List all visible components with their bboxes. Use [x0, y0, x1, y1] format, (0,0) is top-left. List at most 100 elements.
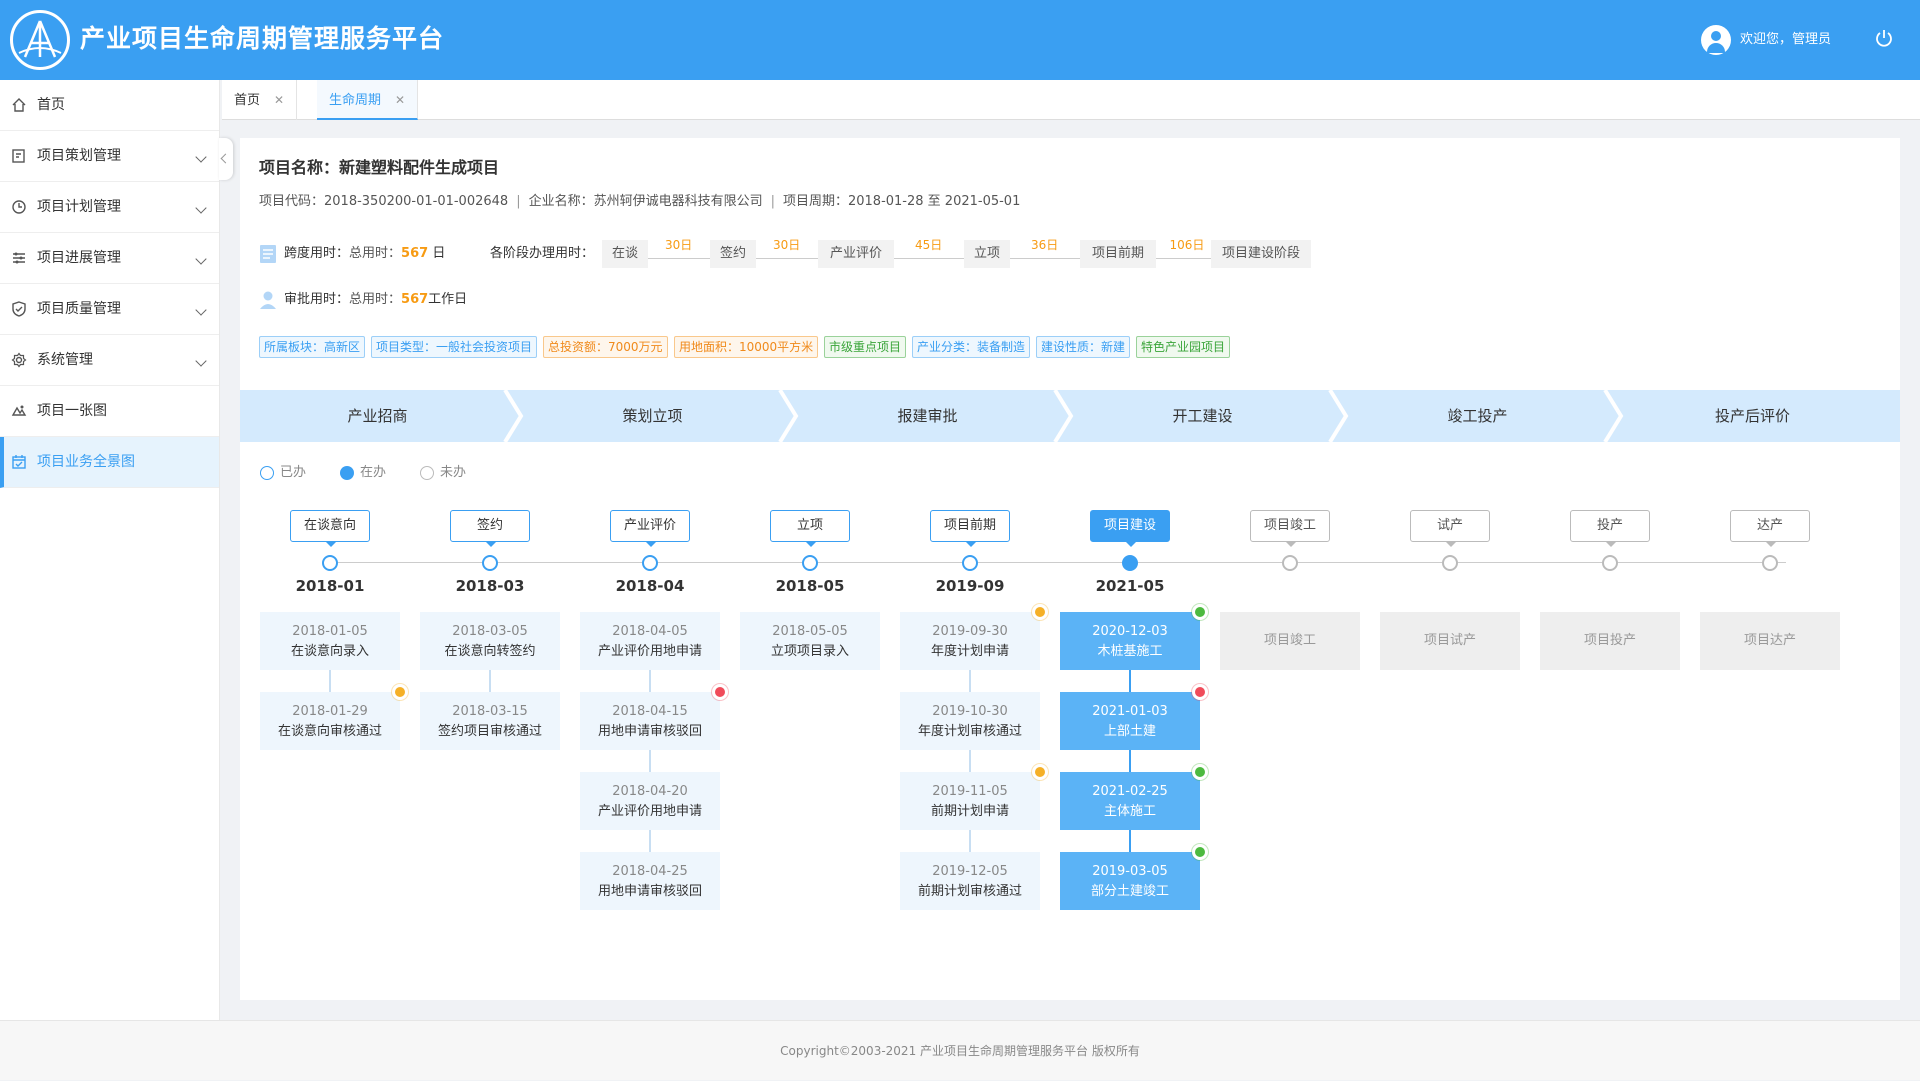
event-card[interactable]: 2021-02-25 主体施工 — [1060, 772, 1200, 830]
stage-pill: 项目前期 — [1080, 240, 1156, 268]
stage-connector — [756, 258, 818, 259]
sidebar-item-7[interactable]: 项目一张图 — [0, 386, 219, 437]
info-tag: 用地面积：10000平方米 — [674, 336, 819, 358]
event-date: 2018-04-15 — [612, 704, 688, 719]
event-card[interactable]: 项目试产 — [1380, 612, 1520, 670]
card-connector — [1129, 670, 1131, 692]
stage-pill: 立项 — [964, 240, 1010, 268]
milestone-label[interactable]: 项目竣工 — [1250, 510, 1330, 547]
milestone-label[interactable]: 立项 — [770, 510, 850, 547]
milestone-label[interactable]: 达产 — [1730, 510, 1810, 547]
event-card[interactable]: 2019-11-05 前期计划申请 — [900, 772, 1040, 830]
sidebar-item-label: 项目计划管理 — [37, 199, 121, 215]
sidebar-item-2[interactable]: 项目策划管理 — [0, 131, 219, 182]
card-connector — [1129, 750, 1131, 772]
event-card[interactable]: 2021-01-03 上部土建 — [1060, 692, 1200, 750]
status-dot-icon — [392, 684, 408, 700]
event-card[interactable]: 2018-04-20 产业评价用地申请 — [580, 772, 720, 830]
stage-days: 106日 — [1169, 238, 1205, 252]
event-card[interactable]: 2019-10-30 年度计划审核通过 — [900, 692, 1040, 750]
event-text: 签约项目审核通过 — [437, 724, 542, 739]
tab-home[interactable]: 首页 ✕ — [222, 80, 298, 120]
sidebar-item-label: 项目策划管理 — [37, 148, 121, 164]
event-date: 2018-01-29 — [292, 704, 368, 719]
event-card[interactable]: 2018-04-15 用地申请审核驳回 — [580, 692, 720, 750]
event-card[interactable]: 项目竣工 — [1220, 612, 1360, 670]
progress-icon — [13, 252, 25, 264]
close-icon[interactable]: ✕ — [395, 93, 405, 107]
sidebar-item-3[interactable]: 项目计划管理 — [0, 182, 219, 233]
milestone-year: 2021-05 — [1095, 577, 1165, 595]
event-card[interactable]: 2018-04-25 用地申请审核驳回 — [580, 852, 720, 910]
event-card[interactable]: 2019-03-05 部分土建竣工 — [1060, 852, 1200, 910]
phase-bar: 产业招商 策划立项 报建审批 开工建设 竣工投产 投产后评价 — [240, 390, 1900, 442]
project-name: 项目名称：新建塑料配件生成项目 — [259, 158, 500, 177]
sidebar-collapse-button[interactable] — [219, 138, 233, 180]
info-tag: 项目类型：一般社会投资项目 — [371, 336, 538, 358]
sidebar-item-label: 项目质量管理 — [37, 301, 121, 317]
event-card[interactable]: 2018-04-05 产业评价用地申请 — [580, 612, 720, 670]
milestone-label[interactable]: 项目建设 — [1090, 510, 1170, 547]
legend-current: 在办 — [340, 464, 386, 482]
milestone-node — [642, 555, 658, 571]
milestone-year: 2018-03 — [455, 577, 525, 595]
phase-step[interactable]: 投产后评价 — [1615, 390, 1890, 442]
close-icon[interactable]: ✕ — [274, 93, 284, 107]
info-tag: 建设性质：新建 — [1036, 336, 1131, 358]
project-period: 项目周期：2018-01-28 至 2021-05-01 — [782, 194, 1021, 209]
milestone-node — [1762, 555, 1778, 571]
chevron-down-icon — [195, 151, 207, 163]
card-connector — [969, 670, 971, 692]
event-date: 2018-05-05 — [772, 624, 848, 639]
milestone-label[interactable]: 签约 — [450, 510, 530, 547]
chevron-down-icon — [195, 304, 207, 316]
project-meta: 项目代码：2018-350200-01-01-002648 | 企业名称：苏州轲伊诚… — [259, 194, 1021, 209]
sidebar-item-6[interactable]: 系统管理 — [0, 335, 219, 386]
event-card[interactable]: 2018-01-29 在谈意向审核通过 — [260, 692, 400, 750]
stage-pill: 在谈 — [602, 240, 648, 268]
event-card[interactable]: 项目投产 — [1540, 612, 1680, 670]
event-date: 2018-04-05 — [612, 624, 688, 639]
milestone-label[interactable]: 产业评价 — [610, 510, 690, 547]
event-date: 2018-04-25 — [612, 864, 688, 879]
sidebar-item-4[interactable]: 项目进展管理 — [0, 233, 219, 284]
event-card[interactable]: 2019-12-05 前期计划审核通过 — [900, 852, 1040, 910]
event-date: 2021-02-25 — [1092, 784, 1168, 799]
milestone-node — [1602, 555, 1618, 571]
event-text: 主体施工 — [1103, 804, 1156, 819]
sidebar-item-label: 项目业务全景图 — [37, 454, 135, 470]
tab-lifecycle[interactable]: 生命周期 ✕ — [317, 80, 419, 120]
event-text: 前期计划申请 — [930, 804, 1009, 819]
milestone-label[interactable]: 试产 — [1410, 510, 1490, 547]
phase-step[interactable]: 开工建设 — [1065, 390, 1340, 442]
milestone-label[interactable]: 投产 — [1570, 510, 1650, 547]
event-card[interactable]: 2018-01-05 在谈意向录入 — [260, 612, 400, 670]
phase-step[interactable]: 策划立项 — [515, 390, 790, 442]
event-card[interactable]: 2018-05-05 立项项目录入 — [740, 612, 880, 670]
event-card[interactable]: 2019-09-30 年度计划申请 — [900, 612, 1040, 670]
phase-step[interactable]: 产业招商 — [240, 390, 515, 442]
event-card[interactable]: 2018-03-15 签约项目审核通过 — [420, 692, 560, 750]
event-text: 年度计划审核通过 — [917, 724, 1022, 739]
shield-icon — [12, 301, 26, 317]
sidebar-item-5[interactable]: 项目质量管理 — [0, 284, 219, 335]
phase-step[interactable]: 竣工投产 — [1340, 390, 1615, 442]
event-text: 产业评价用地申请 — [597, 644, 702, 659]
event-card[interactable]: 2020-12-03 木桩基施工 — [1060, 612, 1200, 670]
power-icon[interactable] — [1874, 28, 1894, 48]
span-time: 跨度用时：总用时：567 日 — [284, 246, 446, 261]
chevron-down-icon — [195, 202, 207, 214]
map-icon — [11, 405, 27, 416]
event-card[interactable]: 项目达产 — [1700, 612, 1840, 670]
stage-connector — [1156, 258, 1211, 259]
tab-bar: 首页 ✕ 生命周期 ✕ — [222, 80, 1920, 120]
card-connector — [329, 670, 331, 692]
event-card[interactable]: 2018-03-05 在谈意向转签约 — [420, 612, 560, 670]
milestone-label[interactable]: 项目前期 — [930, 510, 1010, 547]
sidebar-item-8[interactable]: 项目业务全景图 — [0, 437, 219, 488]
milestone-year: 2018-01 — [295, 577, 365, 595]
sidebar-item-1[interactable]: 首页 — [0, 80, 219, 131]
user-avatar-icon[interactable] — [1701, 25, 1731, 55]
phase-step[interactable]: 报建审批 — [790, 390, 1065, 442]
milestone-label[interactable]: 在谈意向 — [290, 510, 370, 547]
